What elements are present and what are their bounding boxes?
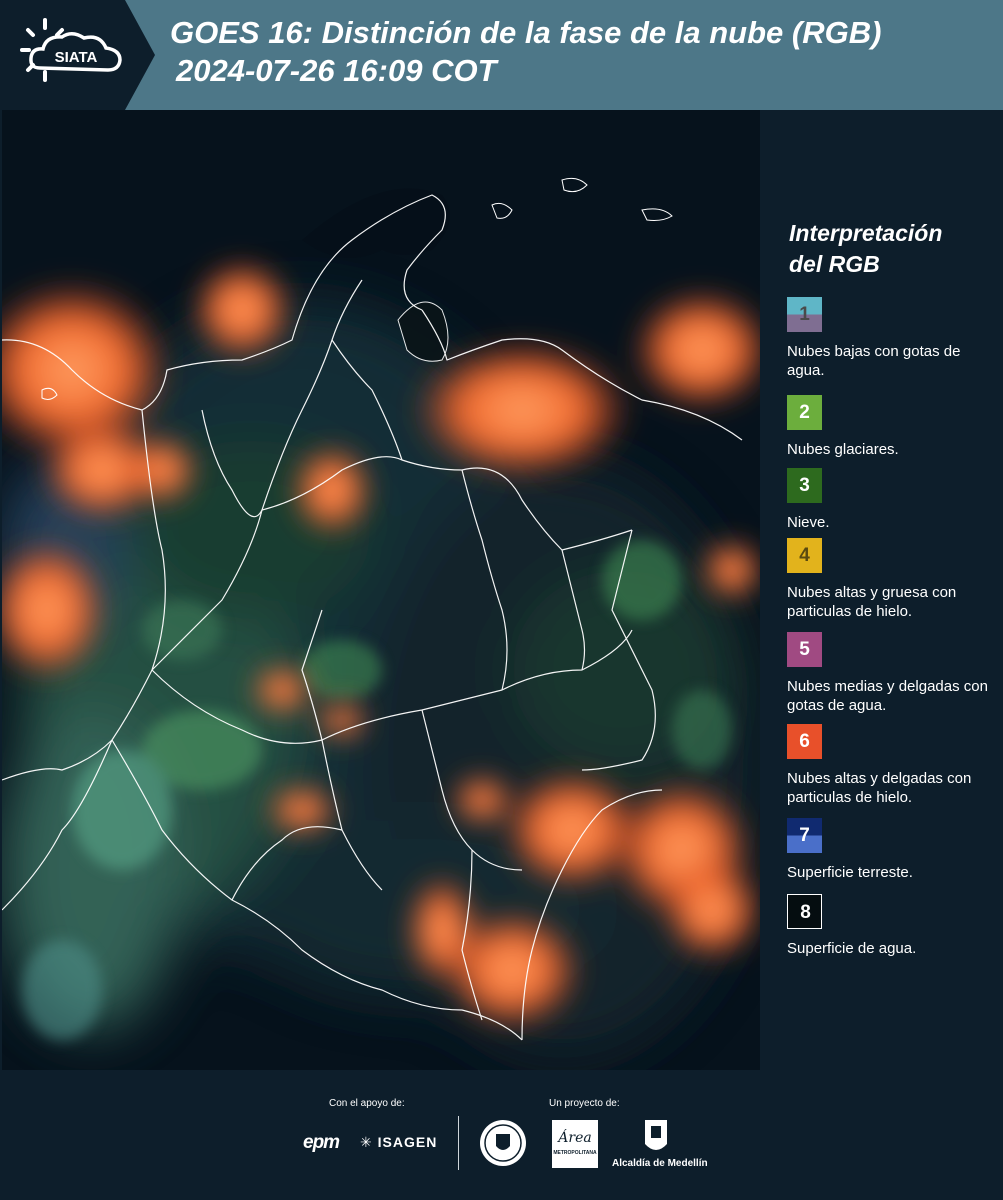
project-label: Un proyecto de: bbox=[549, 1098, 620, 1109]
legend-label-6: Nubes altas y delgadas con particulas de… bbox=[787, 770, 972, 806]
legend-num-1: 1 bbox=[799, 304, 810, 325]
isagen-star-icon: ✳ bbox=[360, 1134, 373, 1150]
isagen-text: ISAGEN bbox=[377, 1134, 438, 1150]
legend-swatch-5: 5 bbox=[787, 632, 822, 667]
legend-item-1: 1 Nubes bajas con gotas de agua. bbox=[787, 297, 1002, 380]
legend-num-7: 7 bbox=[799, 825, 810, 846]
legend-label-7: Superficie terreste. bbox=[787, 864, 913, 881]
legend-item-2: 2 Nubes glaciares. bbox=[787, 395, 1002, 459]
legend-swatch-1: 1 bbox=[787, 297, 822, 332]
legend-panel: Interpretación del RGB 1 Nubes bajas con… bbox=[760, 110, 1003, 1070]
legend-item-5: 5 Nubes medias y delgadas con gotas de a… bbox=[787, 632, 1002, 715]
svg-text:SIATA: SIATA bbox=[55, 49, 98, 66]
legend-label-5: Nubes medias y delgadas con gotas de agu… bbox=[787, 678, 988, 714]
legend-num-3: 3 bbox=[799, 475, 810, 496]
legend-item-6: 6 Nubes altas y delgadas con particulas … bbox=[787, 724, 1002, 807]
legend-num-2: 2 bbox=[799, 402, 810, 423]
epm-logo: epm bbox=[303, 1132, 340, 1153]
page-title: GOES 16: Distinción de la fase de la nub… bbox=[170, 14, 881, 90]
legend-item-3: 3 Nieve. bbox=[787, 468, 1002, 532]
area-text: Área bbox=[558, 1130, 592, 1146]
legend-swatch-4: 4 bbox=[787, 538, 822, 573]
legend-title: Interpretación del RGB bbox=[789, 218, 942, 280]
title-text: GOES 16: Distinción de la fase de la nub… bbox=[170, 15, 882, 50]
legend-item-4: 4 Nubes altas y gruesa con particulas de… bbox=[787, 538, 1002, 621]
legend-title-line1: Interpretación bbox=[789, 220, 943, 246]
legend-label-8: Superficie de agua. bbox=[787, 940, 917, 957]
legend-swatch-2: 2 bbox=[787, 395, 822, 430]
legend-num-4: 4 bbox=[799, 545, 810, 566]
legend-swatch-6: 6 bbox=[787, 724, 822, 759]
legend-label-3: Nieve. bbox=[787, 514, 830, 531]
satellite-map bbox=[2, 110, 760, 1070]
support-label: Con el apoyo de: bbox=[329, 1098, 405, 1109]
legend-item-8: 8 Superficie de agua. bbox=[787, 894, 1002, 958]
legend-label-4: Nubes altas y gruesa con particulas de h… bbox=[787, 584, 957, 620]
legend-swatch-8: 8 bbox=[787, 894, 822, 929]
isagen-logo: ✳ ISAGEN bbox=[360, 1134, 437, 1151]
legend-num-5: 5 bbox=[799, 639, 810, 660]
footer-divider bbox=[458, 1116, 459, 1170]
legend-swatch-7: 7 bbox=[787, 818, 822, 853]
area-metropolitana-logo: Área METROPOLITANA bbox=[552, 1120, 598, 1168]
alcaldia-shield-icon bbox=[645, 1120, 667, 1150]
medellin-seal-icon bbox=[480, 1120, 526, 1166]
timestamp: 2024-07-26 16:09 COT bbox=[176, 53, 497, 88]
footer: Con el apoyo de: Un proyecto de: epm ✳ I… bbox=[0, 1070, 1003, 1200]
legend-label-1: Nubes bajas con gotas de agua. bbox=[787, 343, 961, 379]
legend-label-2: Nubes glaciares. bbox=[787, 441, 899, 458]
legend-item-7: 7 Superficie terreste. bbox=[787, 818, 1002, 882]
siata-logo: SIATA bbox=[0, 0, 155, 110]
legend-title-line2: del RGB bbox=[789, 251, 880, 277]
legend-swatch-3: 3 bbox=[787, 468, 822, 503]
area-subtext: METROPOLITANA bbox=[553, 1150, 597, 1156]
legend-num-8: 8 bbox=[800, 902, 811, 923]
legend-num-6: 6 bbox=[799, 731, 810, 752]
alcaldia-text: Alcaldía de Medellín bbox=[612, 1158, 708, 1169]
header-bar: SIATA GOES 16: Distinción de la fase de … bbox=[0, 0, 1003, 110]
